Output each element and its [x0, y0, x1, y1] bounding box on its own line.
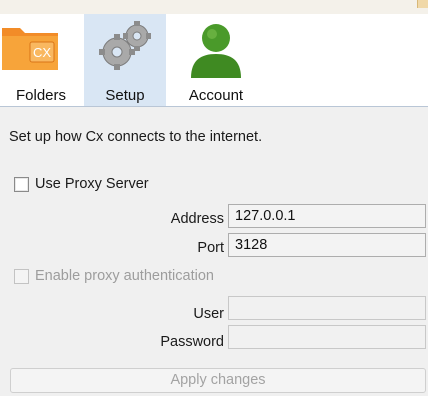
proxy-auth-checkbox[interactable]: [14, 268, 29, 284]
tab-folders-label: Folders: [15, 87, 67, 104]
setup-intro-text: Set up how Cx connects to the internet.: [9, 129, 263, 145]
window-edge: [417, 0, 428, 8]
toolbar: CX Folders Setup Account: [0, 14, 428, 107]
tab-setup-label: Setup: [105, 87, 145, 104]
folder-icon: CX: [2, 28, 58, 70]
use-proxy-checkbox[interactable]: [14, 176, 29, 192]
use-proxy-row: Use Proxy Server: [14, 176, 149, 192]
window-title-strip: [0, 0, 428, 14]
user-icon: [191, 24, 241, 78]
tab-account-label: Account: [188, 87, 244, 104]
password-label: Password: [160, 334, 224, 350]
tab-setup[interactable]: Setup: [84, 14, 166, 106]
proxy-auth-label: Enable proxy authentication: [35, 268, 214, 284]
user-label: User: [193, 306, 224, 322]
address-field[interactable]: 127.0.0.1: [228, 204, 426, 228]
apply-changes-button[interactable]: Apply changes: [10, 368, 426, 393]
password-field[interactable]: [228, 325, 426, 349]
tab-account[interactable]: Account: [170, 14, 262, 106]
proxy-auth-row: Enable proxy authentication: [14, 268, 214, 284]
address-label: Address: [170, 211, 224, 227]
port-label: Port: [197, 240, 224, 256]
gears-icon: [99, 21, 151, 70]
port-field[interactable]: 3128: [228, 233, 426, 257]
use-proxy-label: Use Proxy Server: [35, 176, 149, 192]
folder-badge: CX: [33, 45, 51, 60]
user-field[interactable]: [228, 296, 426, 320]
tab-folders[interactable]: CX Folders: [0, 14, 82, 106]
